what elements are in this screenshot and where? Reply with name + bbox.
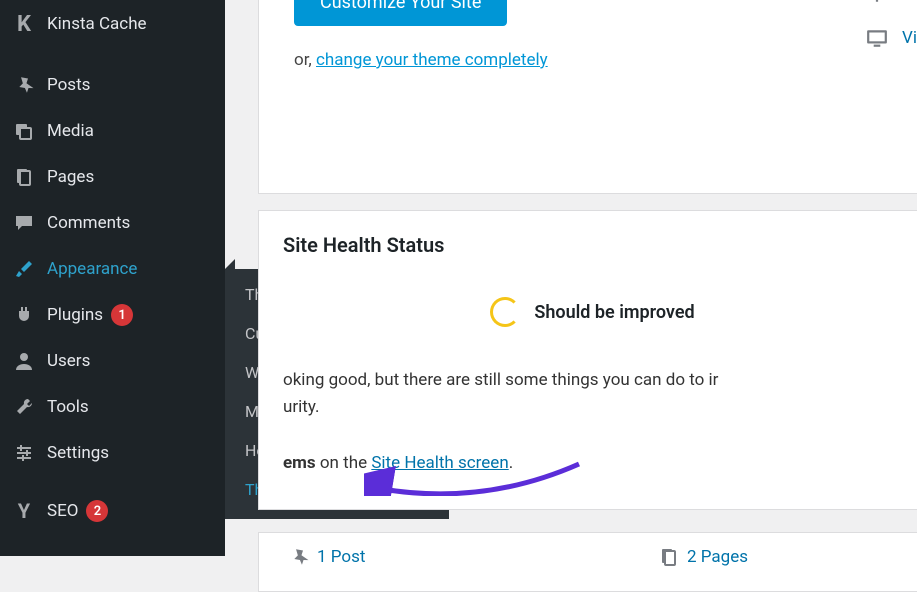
dashboard-main: Customize Your Site or, change your them… — [225, 0, 917, 556]
site-health-status-label: Should be improved — [534, 302, 694, 323]
sidebar-item-seo[interactable]: Y SEO 2 — [0, 488, 225, 534]
sidebar-item-label: Posts — [47, 75, 90, 95]
admin-sidebar: K Kinsta Cache Posts Media Pages Comment… — [0, 0, 225, 556]
sidebar-item-label: Media — [47, 121, 94, 141]
stat-posts[interactable]: 1 Post — [289, 547, 365, 567]
users-icon — [13, 351, 35, 371]
screen-icon — [866, 27, 888, 49]
settings-sliders-icon — [13, 443, 35, 463]
sidebar-item-label: Pages — [47, 167, 94, 187]
progress-spinner-icon — [490, 297, 520, 327]
pages-icon — [13, 167, 35, 187]
sidebar-item-kinsta-cache[interactable]: K Kinsta Cache — [0, 0, 225, 48]
pages-icon — [659, 547, 679, 567]
welcome-side-links: Ad Vie — [866, 0, 917, 71]
welcome-panel: Customize Your Site or, change your them… — [258, 0, 917, 194]
sidebar-item-label: Kinsta Cache — [47, 14, 147, 34]
or-change-theme-line: or, change your theme completely — [294, 50, 904, 70]
side-link-label: Ad — [902, 0, 917, 4]
sidebar-item-label: Tools — [47, 397, 89, 417]
media-icon — [13, 121, 35, 141]
sidebar-item-comments[interactable]: Comments — [0, 200, 225, 246]
stat-pages[interactable]: 2 Pages — [659, 547, 748, 567]
side-link-label: Vie — [902, 28, 917, 48]
sidebar-item-label: Plugins — [47, 305, 103, 325]
sidebar-item-label: Settings — [47, 443, 109, 463]
update-badge: 1 — [111, 304, 133, 326]
site-health-items-line: ems on the Site Health screen. — [283, 453, 902, 473]
site-health-status-row: Should be improved — [283, 297, 902, 327]
sidebar-item-settings[interactable]: Settings — [0, 430, 225, 476]
change-theme-link[interactable]: change your theme completely — [316, 50, 548, 70]
stat-posts-label: 1 Post — [317, 547, 365, 567]
plugins-icon — [13, 305, 35, 325]
seo-yoast-icon: Y — [13, 499, 35, 523]
site-health-panel: Site Health Status Should be improved ok… — [258, 210, 917, 510]
update-badge: 2 — [86, 500, 108, 522]
tools-wrench-icon — [13, 397, 35, 417]
site-health-screen-link[interactable]: Site Health screen — [371, 453, 508, 473]
customize-site-button[interactable]: Customize Your Site — [294, 0, 507, 26]
side-link-add[interactable]: Ad — [866, 0, 917, 5]
comments-icon — [13, 213, 35, 233]
pushpin-icon — [13, 75, 35, 95]
sidebar-item-media[interactable]: Media — [0, 108, 225, 154]
side-link-view[interactable]: Vie — [866, 27, 917, 49]
sidebar-item-label: SEO — [47, 501, 78, 521]
sidebar-item-appearance[interactable]: Appearance — [0, 246, 225, 292]
sidebar-item-label: Comments — [47, 213, 130, 233]
plus-icon — [866, 0, 888, 5]
sidebar-item-label: Users — [47, 351, 90, 371]
sidebar-item-plugins[interactable]: Plugins 1 — [0, 292, 225, 338]
or-prefix: or, — [294, 50, 316, 70]
stat-pages-label: 2 Pages — [687, 547, 748, 567]
kinsta-icon: K — [13, 12, 35, 37]
sidebar-item-users[interactable]: Users — [0, 338, 225, 384]
sidebar-item-tools[interactable]: Tools — [0, 384, 225, 430]
site-health-title: Site Health Status — [283, 233, 902, 257]
appearance-brush-icon — [13, 259, 35, 279]
sidebar-item-pages[interactable]: Pages — [0, 154, 225, 200]
sidebar-item-posts[interactable]: Posts — [0, 62, 225, 108]
at-a-glance-panel: 1 Post 2 Pages — [258, 532, 917, 592]
sidebar-item-label: Appearance — [47, 259, 137, 279]
site-health-description: oking good, but there are still some thi… — [283, 367, 902, 421]
pushpin-icon — [289, 547, 309, 567]
